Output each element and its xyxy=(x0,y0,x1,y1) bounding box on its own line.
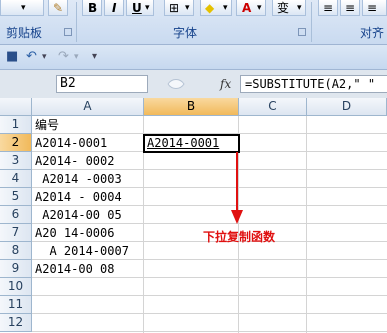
underline-button[interactable]: U ▾ xyxy=(126,0,154,16)
align-middle-icon: ≡ xyxy=(345,1,356,15)
gridline xyxy=(32,331,387,332)
paste-dropdown-button[interactable]: ▾ xyxy=(0,0,44,16)
chevron-down-icon: ▾ xyxy=(185,3,190,13)
redo-icon[interactable]: ↷ xyxy=(58,49,69,65)
column-header-d[interactable]: D xyxy=(307,98,387,116)
fill-color-icon: ◆ xyxy=(205,1,215,15)
row-header[interactable]: 11 xyxy=(0,296,32,314)
divider xyxy=(311,2,312,42)
clipboard-group-label: 剪贴板 xyxy=(5,26,42,40)
font-launcher-icon[interactable] xyxy=(298,28,306,36)
save-icon[interactable]: ■ xyxy=(6,49,18,65)
format-painter-button[interactable]: ✎ xyxy=(48,0,68,16)
align-bottom-icon: ≡ xyxy=(367,1,378,15)
phonetic-icon: 变 xyxy=(277,1,290,15)
row-header[interactable]: 12 xyxy=(0,314,32,332)
row-header[interactable]: 2 xyxy=(0,134,32,152)
customize-toolbar-icon[interactable]: ▾ xyxy=(92,49,97,65)
fill-color-button[interactable]: ◆ ▾ xyxy=(200,0,232,16)
row-header[interactable]: 9 xyxy=(0,260,32,278)
align-bottom-button[interactable]: ≡ xyxy=(362,0,387,16)
chevron-down-icon: ▾ xyxy=(21,3,26,13)
formula-bar: B2 fx =SUBSTITUTE(A2," " xyxy=(0,70,387,99)
align-top-button[interactable]: ≡ xyxy=(318,0,338,16)
gridline xyxy=(306,116,307,333)
column-header-c[interactable]: C xyxy=(239,98,307,116)
font-color-icon: A xyxy=(242,1,252,15)
active-cell-b2[interactable]: A2014-0001 xyxy=(143,134,240,153)
down-arrow-icon xyxy=(231,152,243,224)
cell-a4[interactable]: A2014 -0003 xyxy=(35,170,121,188)
cell-a9[interactable]: A2014-00 08 xyxy=(35,260,114,278)
row-header[interactable]: 8 xyxy=(0,242,32,260)
row-header[interactable]: 1 xyxy=(0,116,32,134)
row-header[interactable]: 10 xyxy=(0,278,32,296)
align-top-icon: ≡ xyxy=(323,1,334,15)
select-all-button[interactable] xyxy=(0,98,32,116)
italic-button[interactable]: I xyxy=(104,0,124,16)
row-header[interactable]: 5 xyxy=(0,188,32,206)
chevron-down-icon: ▾ xyxy=(223,3,228,13)
bold-icon: B xyxy=(88,1,98,15)
name-box[interactable]: B2 xyxy=(56,75,148,93)
quick-access-toolbar: ■ ↶ ▾ ↷ ▾ ▾ xyxy=(0,45,387,70)
chevron-down-icon: ▾ xyxy=(257,3,262,13)
chevron-down-icon[interactable]: ▾ xyxy=(42,49,47,65)
cell-a5[interactable]: A2014 - 0004 xyxy=(35,188,122,206)
divider xyxy=(76,2,77,42)
underline-icon: U xyxy=(132,1,142,15)
row-header[interactable]: 3 xyxy=(0,152,32,170)
chevron-down-icon: ▾ xyxy=(297,3,302,13)
annotation-text: 下拉复制函数 xyxy=(203,230,276,244)
font-color-button[interactable]: A ▾ xyxy=(236,0,266,16)
gridline xyxy=(32,295,387,296)
cell-a7[interactable]: A20 14-0006 xyxy=(35,224,114,242)
column-header-b[interactable]: B xyxy=(144,98,239,116)
align-middle-button[interactable]: ≡ xyxy=(340,0,360,16)
cell-a3[interactable]: A2014- 0002 xyxy=(35,152,114,170)
border-icon: ⊞ xyxy=(169,1,180,15)
cell-a8[interactable]: A 2014-0007 xyxy=(35,242,128,260)
chevron-down-icon[interactable]: ▾ xyxy=(74,49,79,65)
italic-icon: I xyxy=(112,1,117,15)
border-button[interactable]: ⊞ ▾ xyxy=(164,0,194,16)
row-header[interactable]: 4 xyxy=(0,170,32,188)
row-header[interactable]: 6 xyxy=(0,206,32,224)
cell-a6[interactable]: A2014-00 05 xyxy=(35,206,121,224)
undo-icon[interactable]: ↶ xyxy=(26,49,37,65)
cell-b2: A2014-0001 xyxy=(147,136,220,150)
column-header-a[interactable]: A xyxy=(32,98,144,116)
worksheet-grid: A B C D 1 2 3 4 5 6 7 8 9 10 11 12 编号 A2… xyxy=(0,98,387,333)
insert-function-icon[interactable]: fx xyxy=(220,75,231,93)
cell-a2[interactable]: A2014-0001 xyxy=(35,134,107,152)
brush-icon: ✎ xyxy=(53,1,64,15)
row-header[interactable]: 7 xyxy=(0,224,32,242)
clipboard-launcher-icon[interactable] xyxy=(64,28,72,36)
cell-a1[interactable]: 编号 xyxy=(35,116,59,134)
font-group-label: 字体 xyxy=(172,26,197,40)
formula-input[interactable]: =SUBSTITUTE(A2," " xyxy=(240,75,387,93)
chevron-down-icon: ▾ xyxy=(145,3,150,13)
alignment-group-label: 对齐 xyxy=(360,26,385,40)
phonetic-button[interactable]: 变 ▾ xyxy=(272,0,306,16)
ribbon: ▾ ✎ 剪贴板 B I U ▾ ⊞ ▾ ◆ ▾ A ▾ 变 ▾ 字体 ≡ ≡ ≡ xyxy=(0,0,387,45)
gridline xyxy=(32,313,387,314)
bold-button[interactable]: B xyxy=(82,0,102,16)
